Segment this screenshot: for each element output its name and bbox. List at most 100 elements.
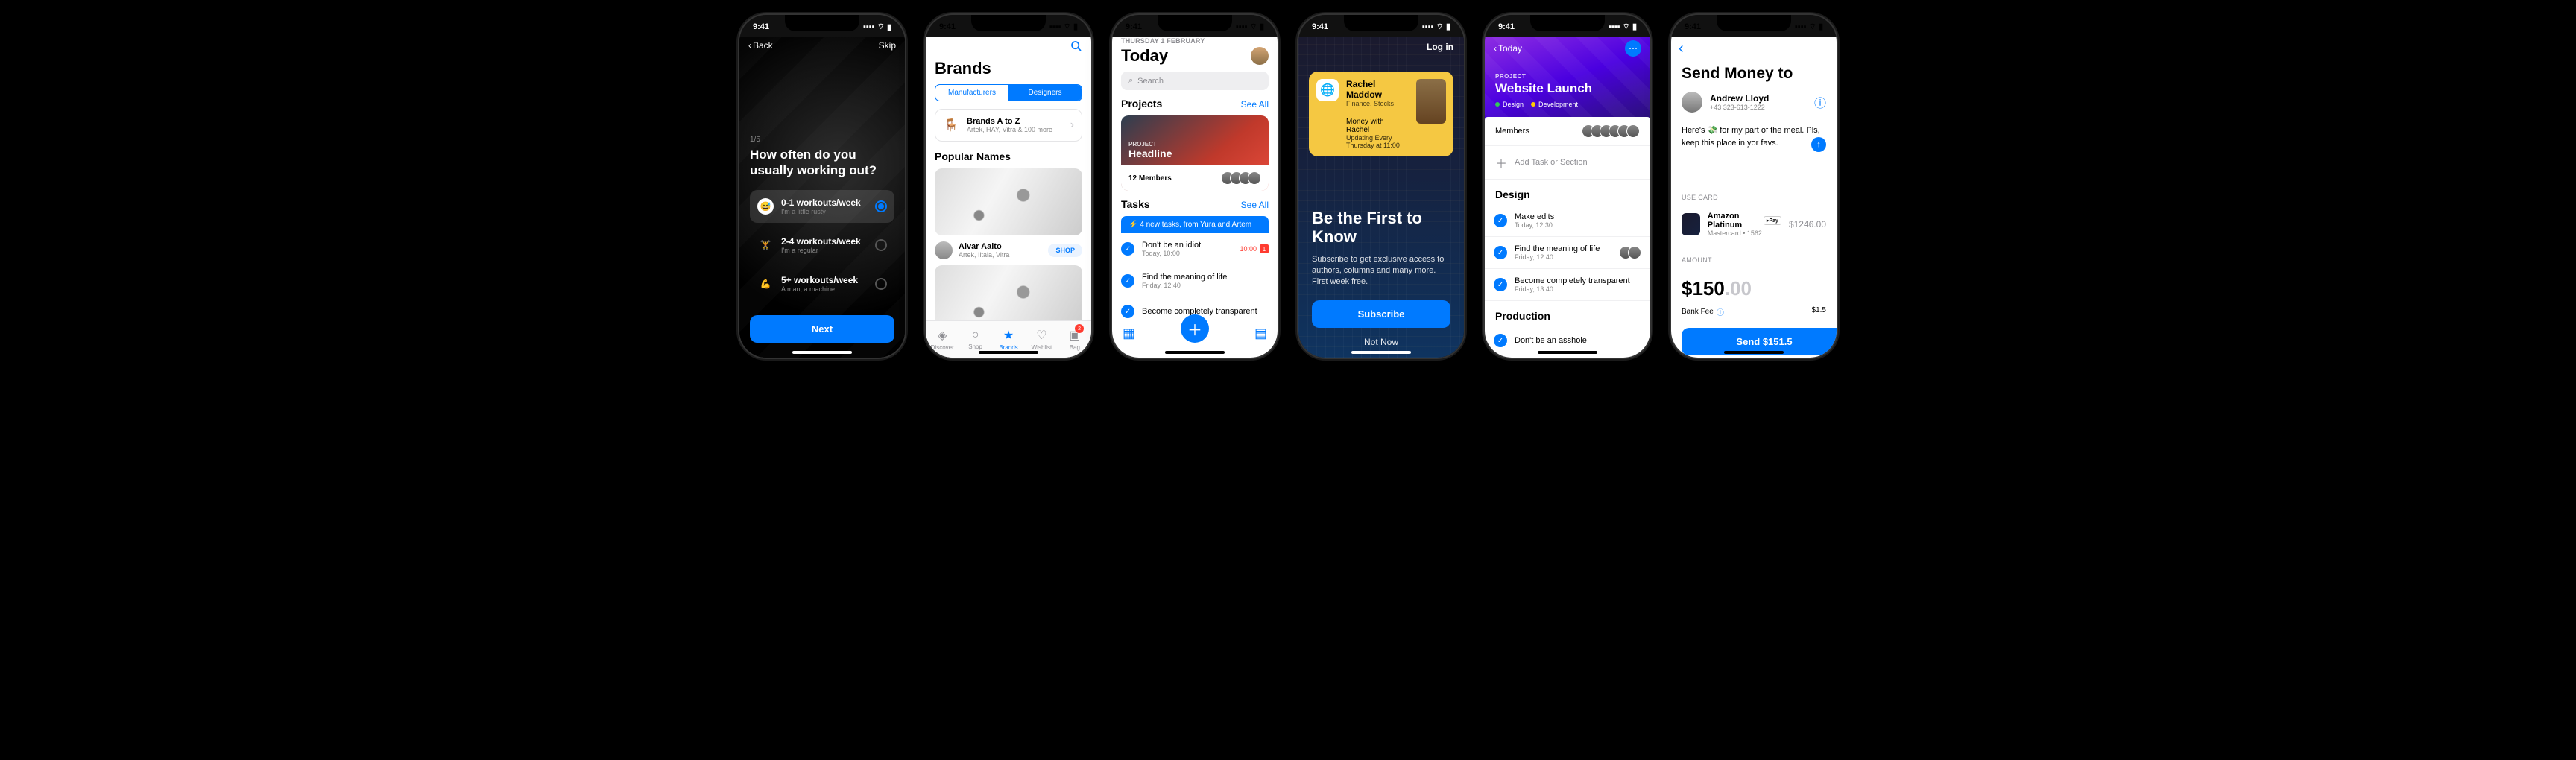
info-icon[interactable]: ⓘ <box>1717 306 1724 317</box>
phone-project-detail: 9:41 ▪▪▪▪ ⌔ ▮ ‹ Today ⋯ PROJECT Website … <box>1485 15 1650 358</box>
radio-icon <box>875 239 887 251</box>
apple-pay-badge: ▸Pay <box>1764 216 1781 225</box>
card-icon <box>1682 213 1700 235</box>
card-balance: $1246.00 <box>1789 219 1826 229</box>
task-row[interactable]: ✓ Make edits Today, 12:30 <box>1485 205 1650 237</box>
search-icon: ⌕ <box>1128 76 1133 86</box>
project-title: Website Launch <box>1495 81 1640 96</box>
status-bar: 9:41 ▪▪▪▪ ⌔ ▮ <box>1485 15 1650 37</box>
note-input[interactable]: Here's 💸 for my part of the meal. Pls, k… <box>1682 124 1826 149</box>
production-heading: Production <box>1485 301 1650 326</box>
search-input[interactable]: ⌕ Search <box>1121 72 1269 90</box>
home-indicator[interactable] <box>1351 351 1411 354</box>
status-time: 9:41 <box>1498 22 1515 31</box>
checkbox-checked-icon[interactable]: ✓ <box>1121 242 1134 256</box>
radio-selected-icon <box>875 200 887 212</box>
checkbox-checked-icon[interactable]: ✓ <box>1494 334 1507 347</box>
segment-designers[interactable]: Designers <box>1008 85 1082 101</box>
subscribe-button[interactable]: Subscribe <box>1312 300 1450 328</box>
avatar[interactable] <box>1251 47 1269 65</box>
plus-icon: ＋ <box>1495 153 1507 171</box>
status-time: 9:41 <box>753 22 769 31</box>
calendar-icon[interactable]: ▦ <box>1123 326 1135 341</box>
send-arrow-icon[interactable]: ↑ <box>1811 137 1826 152</box>
member-avatars <box>1582 124 1640 138</box>
status-time: 9:41 <box>939 22 956 31</box>
wifi-icon: ⌔ <box>877 22 885 32</box>
next-button[interactable]: Next <box>750 315 894 343</box>
chevron-left-icon: ‹ <box>748 40 751 51</box>
author-photo <box>1416 79 1446 124</box>
phone-brands: 9:41 ▪▪▪▪ ⌔ ▮ Brands Manufacturers Desig… <box>926 15 1091 358</box>
checkbox-checked-icon[interactable]: ✓ <box>1121 305 1134 318</box>
option-2[interactable]: 💪 5+ workouts/week A man, a machine <box>750 267 894 300</box>
bag-badge: 2 <box>1075 324 1084 333</box>
project-card[interactable]: PROJECT Headline 12 Members <box>1121 115 1269 191</box>
more-icon[interactable]: ⋯ <box>1625 40 1641 57</box>
task-row[interactable]: ✓ Don't be an idiot Today, 10:00 10:00 1 <box>1112 233 1278 265</box>
app-icon: 🌐 <box>1316 79 1339 101</box>
search-icon[interactable] <box>1070 40 1082 54</box>
segment-control: Manufacturers Designers <box>935 84 1082 101</box>
info-icon[interactable]: ⓘ <box>1814 93 1826 111</box>
status-bar: 9:41 ▪▪▪▪ ⌔ ▮ <box>926 15 1091 37</box>
status-bar: 9:41 ▪▪▪▪ ⌔ ▮ <box>739 15 905 37</box>
option-0[interactable]: 😅 0-1 workouts/week I'm a little rusty <box>750 190 894 223</box>
back-button[interactable]: ‹ Today <box>1494 43 1522 54</box>
see-all-link[interactable]: See All <box>1241 200 1269 210</box>
radio-icon <box>875 278 887 290</box>
author-card[interactable]: 🌐 Rachel Maddow Finance, Stocks Money wi… <box>1309 72 1453 156</box>
status-icons: ▪▪▪▪ ⌔ ▮ <box>1236 22 1264 32</box>
tag-design: Design <box>1495 101 1524 108</box>
login-button[interactable]: Log in <box>1298 37 1464 57</box>
home-indicator[interactable] <box>979 351 1038 354</box>
task-row[interactable]: ✓ Become completely transparent Friday, … <box>1485 269 1650 301</box>
chevron-left-icon[interactable]: ‹ <box>1679 40 1684 57</box>
checkbox-checked-icon[interactable]: ✓ <box>1494 278 1507 291</box>
skip-button[interactable]: Skip <box>879 40 896 51</box>
phone-today: 9:41 ▪▪▪▪ ⌔ ▮ THURSDAY 1 FEBRUARY Today … <box>1112 15 1278 358</box>
home-indicator[interactable] <box>1165 351 1225 354</box>
page-title: Send Money to <box>1671 60 1837 92</box>
card-row[interactable]: Amazon Platinum▸Pay Mastercard • 1562 $1… <box>1671 206 1837 243</box>
battery-icon: ▮ <box>887 22 891 32</box>
members-row[interactable]: Members <box>1485 117 1650 146</box>
segment-manufacturers[interactable]: Manufacturers <box>935 85 1008 101</box>
design-heading: Design <box>1485 180 1650 205</box>
checkbox-checked-icon[interactable]: ✓ <box>1121 274 1134 288</box>
contact-row[interactable]: Andrew Lloyd +43 323-613-1222 ⓘ <box>1671 92 1837 120</box>
home-indicator[interactable] <box>1724 351 1784 354</box>
person-icon: 😅 <box>757 198 774 215</box>
popular-heading: Popular Names <box>926 151 1091 168</box>
home-indicator[interactable] <box>792 351 852 354</box>
option-1[interactable]: 🏋 2-4 workouts/week I'm a regular <box>750 229 894 262</box>
tab-bag[interactable]: ▣Bag2 <box>1058 321 1091 358</box>
checkbox-checked-icon[interactable]: ✓ <box>1494 214 1507 227</box>
see-all-link[interactable]: See All <box>1241 99 1269 110</box>
add-task-row[interactable]: ＋ Add Task or Section <box>1485 146 1650 180</box>
dot-icon <box>1531 102 1535 107</box>
list-icon[interactable]: ▤ <box>1254 326 1267 341</box>
shop-button[interactable]: SHOP <box>1048 244 1082 257</box>
phone-workout-onboarding: 9:41 ▪▪▪▪ ⌔ ▮ ‹ Back Skip 1/5 How often … <box>739 15 905 358</box>
brand-row[interactable]: Alvar Aalto Artek, Iitala, Vitra SHOP <box>926 241 1091 265</box>
wishlist-icon: ♡ <box>1036 328 1046 343</box>
brands-az-row[interactable]: 🪑 Brands A to Z Artek, HAY, Vitra & 100 … <box>935 109 1082 142</box>
brand-image[interactable] <box>935 168 1082 235</box>
task-row[interactable]: ✓ Find the meaning of life Friday, 12:40 <box>1485 237 1650 269</box>
task-row[interactable]: ✓ Find the meaning of life Friday, 12:40 <box>1112 265 1278 297</box>
amount-display[interactable]: $150.00 <box>1671 268 1837 303</box>
new-tasks-banner[interactable]: ⚡ 4 new tasks, from Yura and Artem <box>1121 216 1269 233</box>
project-label: PROJECT <box>1495 73 1640 80</box>
back-button[interactable]: ‹ Back <box>748 40 773 51</box>
status-bar: 9:41 ▪▪▪▪ ⌔ ▮ <box>1298 15 1464 37</box>
tab-discover[interactable]: ◈Discover <box>926 321 959 358</box>
home-indicator[interactable] <box>1538 351 1597 354</box>
status-icons: ▪▪▪▪ ⌔ ▮ <box>863 22 891 32</box>
status-icons: ▪▪▪▪ ⌔ ▮ <box>1795 22 1823 32</box>
person-icon: 🏋 <box>757 237 774 253</box>
avatar <box>1682 92 1702 113</box>
discover-icon: ◈ <box>938 328 947 343</box>
checkbox-checked-icon[interactable]: ✓ <box>1494 246 1507 259</box>
add-button[interactable]: ＋ <box>1181 314 1209 343</box>
